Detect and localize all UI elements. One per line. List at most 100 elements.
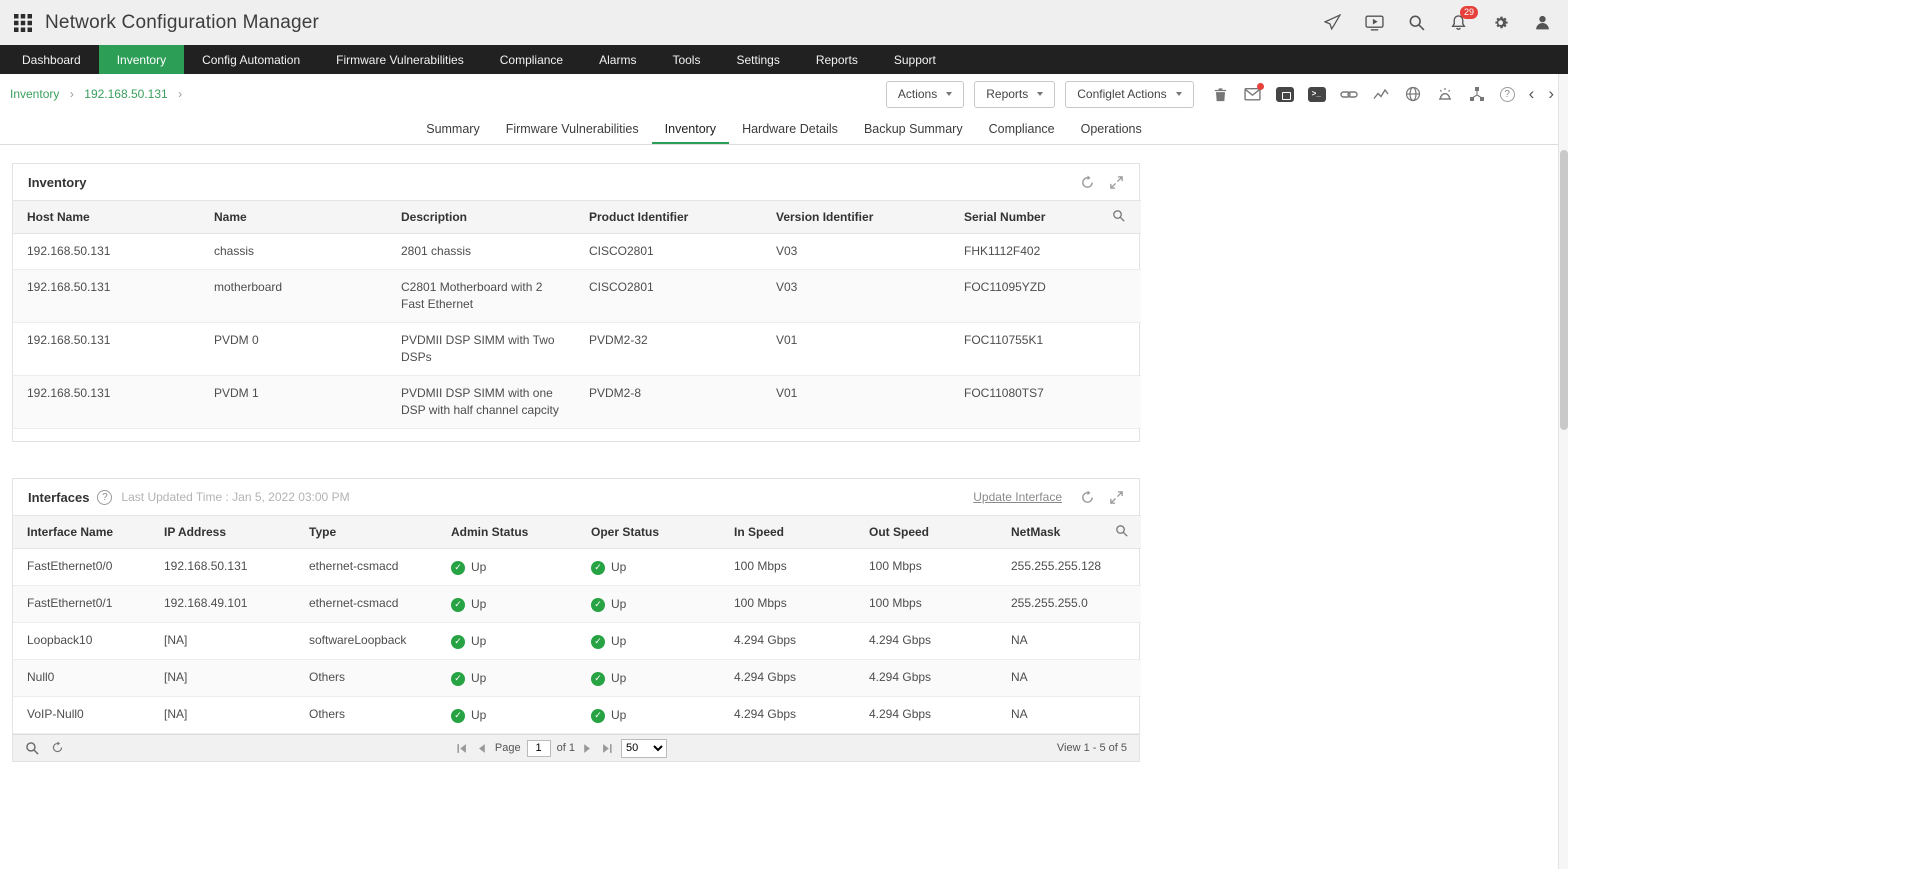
notifications-icon[interactable]: 29	[1449, 13, 1468, 32]
expand-icon[interactable]	[1109, 490, 1124, 505]
actions-dropdown-label: Actions	[898, 87, 937, 101]
videos-icon[interactable]	[1365, 13, 1384, 32]
prev-page-button[interactable]	[475, 742, 489, 754]
send-icon[interactable]	[1323, 13, 1342, 32]
cell-name: motherboard	[200, 270, 387, 323]
chevron-left-icon[interactable]	[1529, 85, 1535, 103]
refresh-icon[interactable]	[1080, 490, 1095, 505]
nav-tab-tools[interactable]: Tools	[654, 45, 718, 74]
interfaces-panel: Interfaces Last Updated Time : Jan 5, 20…	[12, 478, 1140, 762]
breadcrumb-separator	[70, 87, 74, 101]
reports-dropdown-button[interactable]: Reports	[974, 81, 1055, 108]
cell-in-speed: 4.294 Gbps	[720, 697, 855, 734]
cell-out-speed: 4.294 Gbps	[855, 660, 997, 697]
status-up-icon	[591, 635, 605, 649]
nav-tab-firmware-vulnerabilities[interactable]: Firmware Vulnerabilities	[318, 45, 482, 74]
settings-icon[interactable]	[1491, 13, 1510, 32]
nav-tab-support[interactable]: Support	[876, 45, 954, 74]
nav-tab-settings[interactable]: Settings	[718, 45, 797, 74]
nav-tab-reports[interactable]: Reports	[798, 45, 876, 74]
table-row: VoIP-Null0 [NA] Others Up Up 4.294 Gbps …	[13, 697, 1141, 734]
nav-tab-config-automation[interactable]: Config Automation	[184, 45, 318, 74]
breadcrumb-separator	[178, 87, 182, 101]
apps-grid-icon[interactable]	[14, 14, 32, 32]
first-page-button[interactable]	[455, 742, 469, 754]
search-icon[interactable]	[1407, 13, 1426, 32]
scrollbar-thumb[interactable]	[1560, 150, 1568, 430]
subtab-compliance[interactable]: Compliance	[976, 114, 1068, 144]
refresh-icon[interactable]	[1080, 175, 1095, 190]
device-subtabs: Summary Firmware Vulnerabilities Invento…	[0, 114, 1568, 145]
mail-icon[interactable]	[1244, 85, 1262, 103]
cell-oper-status: Up	[577, 697, 720, 734]
link-icon[interactable]	[1340, 85, 1358, 103]
telnet-terminal-icon[interactable]	[1308, 85, 1326, 103]
configlet-actions-dropdown-label: Configlet Actions	[1077, 87, 1166, 101]
cell-host-name: 192.168.50.131	[13, 270, 200, 323]
nav-tab-alarms[interactable]: Alarms	[581, 45, 654, 74]
subtab-inventory[interactable]: Inventory	[652, 114, 729, 144]
device-toolbar-icons	[1212, 85, 1554, 103]
status-up-icon	[451, 598, 465, 612]
notification-badge: 29	[1460, 6, 1478, 19]
interfaces-panel-title: Interfaces	[28, 490, 89, 505]
page-input[interactable]	[527, 740, 551, 757]
refresh-icon[interactable]	[51, 741, 65, 755]
cell-description: PVDMII DSP SIMM with one DSP with half c…	[387, 376, 575, 429]
cell-netmask: NA	[997, 660, 1105, 697]
search-icon[interactable]	[25, 741, 39, 755]
cell-serial-number: FHK1112F402	[950, 234, 1102, 270]
delete-icon[interactable]	[1212, 85, 1230, 103]
cell-ip-address: 192.168.50.131	[150, 549, 295, 586]
cell-ip-address: [NA]	[150, 623, 295, 660]
header-icon-group: 29	[1323, 13, 1552, 32]
cell-product-identifier: PVDM2-8	[575, 376, 762, 429]
cell-name: PVDM 1	[200, 376, 387, 429]
cell-version-identifier: V03	[762, 234, 950, 270]
column-header: Description	[387, 201, 575, 234]
cell-admin-status: Up	[437, 623, 577, 660]
breadcrumb-inventory-link[interactable]: Inventory	[10, 87, 59, 101]
status-up-icon	[591, 709, 605, 723]
globe-icon[interactable]	[1404, 85, 1422, 103]
next-page-button[interactable]	[581, 742, 595, 754]
ssh-terminal-icon[interactable]	[1276, 85, 1294, 103]
nav-tab-inventory[interactable]: Inventory	[99, 45, 184, 74]
subtab-summary[interactable]: Summary	[413, 114, 492, 144]
interfaces-help-icon[interactable]	[97, 490, 112, 505]
cell-serial-number: FOC11095YZD	[950, 270, 1102, 323]
table-search-icon[interactable]	[1112, 209, 1125, 222]
status-up-icon	[451, 561, 465, 575]
interfaces-header-row: Interface Name IP Address Type Admin Sta…	[13, 516, 1141, 549]
cell-description: 2801 chassis	[387, 234, 575, 270]
table-row: 192.168.50.131 motherboard C2801 Motherb…	[13, 270, 1141, 323]
nav-tab-compliance[interactable]: Compliance	[482, 45, 581, 74]
table-search-icon[interactable]	[1115, 524, 1128, 537]
update-interface-link[interactable]: Update Interface	[973, 490, 1062, 504]
cell-out-speed: 100 Mbps	[855, 586, 997, 623]
expand-icon[interactable]	[1109, 175, 1124, 190]
performance-icon[interactable]	[1372, 85, 1390, 103]
actions-dropdown-button[interactable]: Actions	[886, 81, 964, 108]
topology-icon[interactable]	[1468, 85, 1486, 103]
cell-type: ethernet-csmacd	[295, 586, 437, 623]
subtab-hardware-details[interactable]: Hardware Details	[729, 114, 851, 144]
subtab-operations[interactable]: Operations	[1068, 114, 1155, 144]
breadcrumb-device-link[interactable]: 192.168.50.131	[84, 87, 167, 101]
column-header: Oper Status	[577, 516, 720, 549]
chevron-down-icon	[946, 92, 952, 96]
table-row: FastEthernet0/0 192.168.50.131 ethernet-…	[13, 549, 1141, 586]
page-size-select[interactable]: 50	[621, 739, 667, 758]
configlet-actions-dropdown-button[interactable]: Configlet Actions	[1065, 81, 1193, 108]
user-icon[interactable]	[1533, 13, 1552, 32]
help-icon[interactable]	[1500, 87, 1515, 102]
cell-ip-address: 192.168.49.101	[150, 586, 295, 623]
chevron-right-icon[interactable]	[1548, 85, 1554, 103]
last-page-button[interactable]	[601, 742, 615, 754]
subtab-firmware-vulnerabilities[interactable]: Firmware Vulnerabilities	[493, 114, 652, 144]
nav-tab-dashboard[interactable]: Dashboard	[4, 45, 99, 74]
cell-serial-number: FOC11080TS7	[950, 376, 1102, 429]
subtab-backup-summary[interactable]: Backup Summary	[851, 114, 976, 144]
cell-admin-status: Up	[437, 697, 577, 734]
alarm-icon[interactable]	[1436, 85, 1454, 103]
